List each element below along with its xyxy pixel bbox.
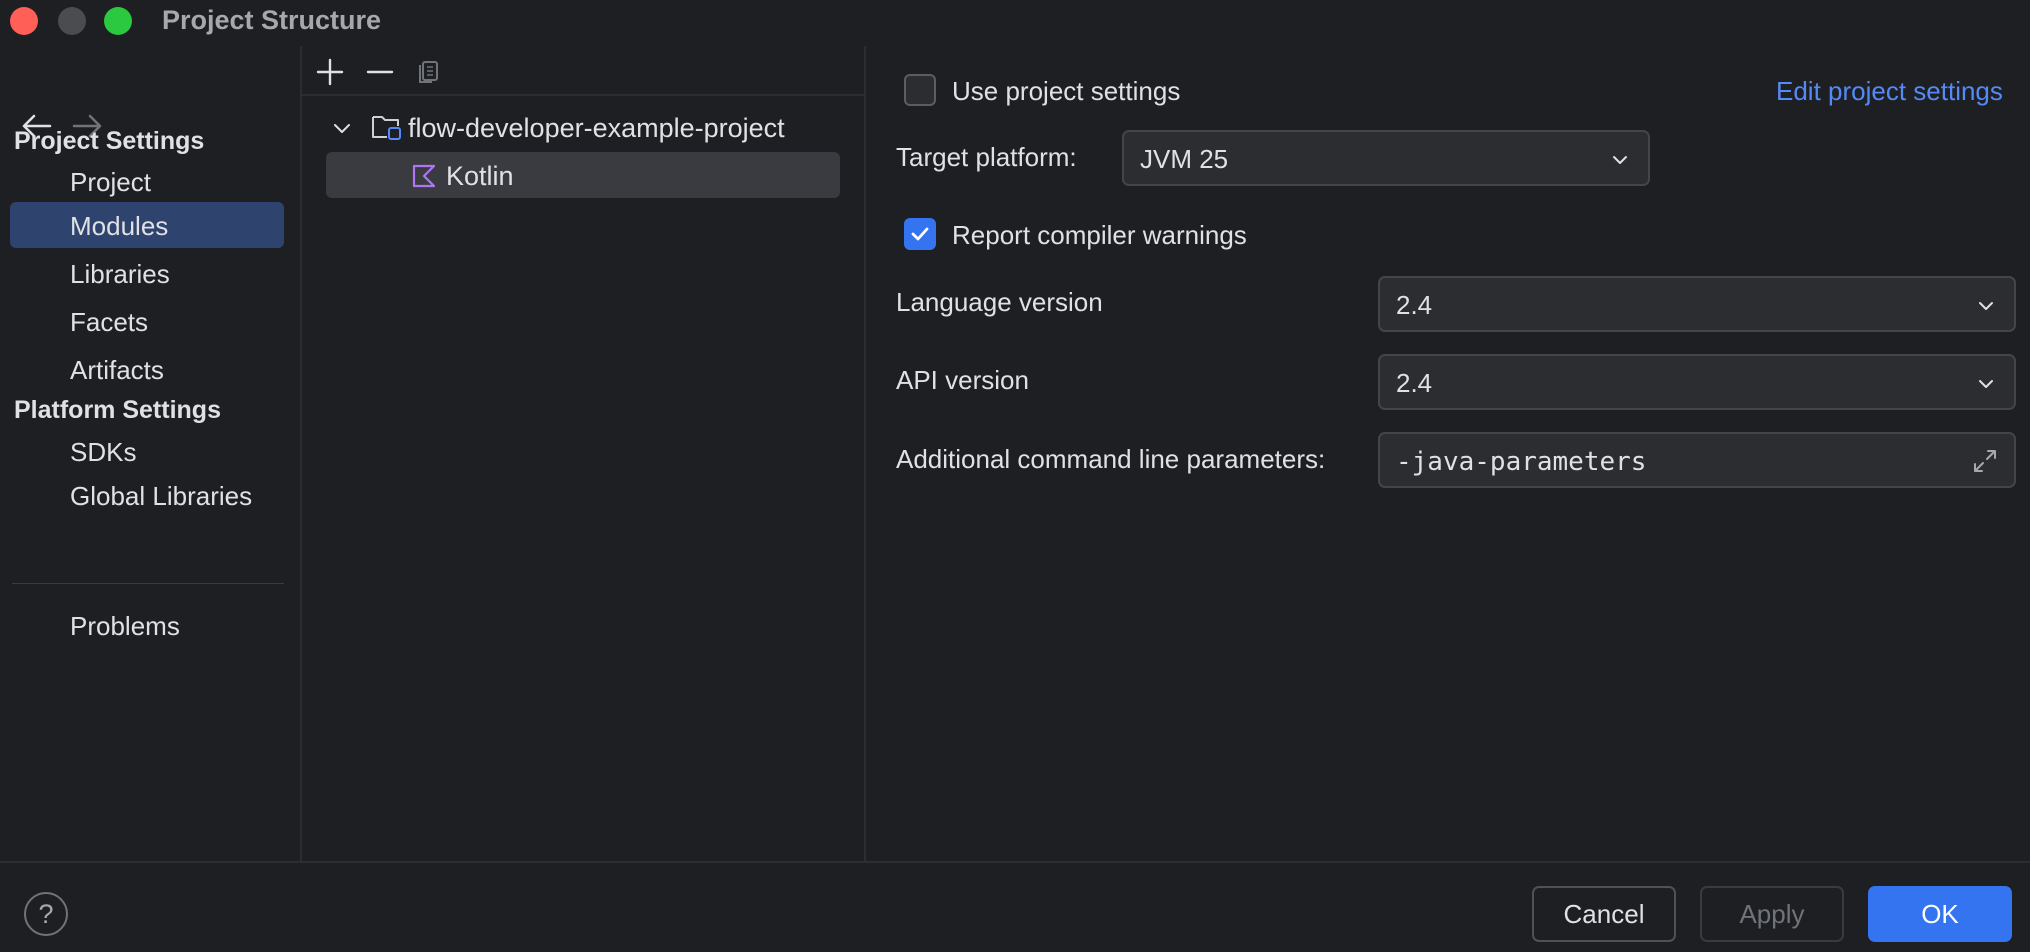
edit-project-settings-link[interactable]: Edit project settings [1776, 76, 2003, 107]
window-title: Project Structure [162, 5, 382, 35]
sidebar-item-sdks[interactable]: SDKs [10, 428, 284, 474]
sidebar-item-label: Artifacts [70, 355, 164, 385]
tree-root-label: flow-developer-example-project [408, 113, 785, 143]
target-platform-label: Target platform: [896, 142, 1077, 172]
sidebar-divider [12, 583, 284, 584]
chevron-down-icon[interactable] [330, 116, 354, 140]
tree-root-row[interactable]: flow-developer-example-project [326, 104, 840, 150]
platform-settings-header: Platform Settings [14, 396, 221, 424]
project-settings-header: Project Settings [14, 127, 205, 155]
module-folder-icon [372, 116, 401, 140]
sidebar-item-label: Modules [70, 211, 169, 241]
cancel-button[interactable]: Cancel [1532, 886, 1676, 942]
chevron-down-icon [1979, 380, 1993, 388]
remove-icon[interactable] [360, 52, 400, 92]
api-version-value: 2.4 [1396, 368, 1433, 398]
use-project-settings-checkbox[interactable] [904, 74, 936, 106]
sidebar-item-label: Libraries [70, 259, 170, 289]
help-icon: ? [38, 899, 54, 929]
use-project-settings-label[interactable]: Use project settings [952, 76, 1180, 107]
module-tree-panel: flow-developer-example-project Kotlin [302, 46, 864, 862]
sidebar-item-libraries[interactable]: Libraries [10, 250, 284, 296]
sidebar-item-facets[interactable]: Facets [10, 298, 284, 344]
tree-item-label: Kotlin [446, 161, 514, 191]
maximize-window-button[interactable] [104, 7, 132, 35]
sidebar: Project Settings Project Modules Librari… [0, 46, 300, 862]
report-compiler-warnings-label[interactable]: Report compiler warnings [952, 220, 1247, 251]
sidebar-item-label: Facets [70, 307, 149, 337]
kotlin-icon [412, 164, 436, 188]
dialog-footer: ? Cancel Apply OK [0, 862, 2030, 952]
sidebar-item-label: Global Libraries [70, 481, 253, 511]
copy-icon[interactable] [410, 52, 450, 92]
chevron-down-icon [1613, 156, 1627, 164]
sidebar-item-label: SDKs [70, 437, 137, 467]
minimize-window-button[interactable] [58, 7, 86, 35]
report-compiler-warnings-checkbox[interactable] [904, 218, 936, 250]
language-version-label: Language version [896, 287, 1103, 317]
additional-params-label: Additional command line parameters: [896, 444, 1326, 474]
target-platform-value: JVM 25 [1140, 144, 1229, 174]
close-window-button[interactable] [10, 7, 38, 35]
help-button[interactable]: ? [24, 892, 68, 936]
kotlin-facet-settings: Use project settings Edit project settin… [866, 46, 2030, 862]
title-bar: Project Structure [0, 0, 2030, 42]
sidebar-item-project[interactable]: Project [10, 158, 284, 204]
sidebar-item-modules[interactable]: Modules [10, 202, 284, 248]
checkmark-icon [911, 227, 929, 241]
sidebar-item-label: Project [70, 167, 151, 197]
language-version-value: 2.4 [1396, 290, 1433, 320]
target-platform-select[interactable]: JVM 25 [1122, 130, 1650, 186]
sidebar-item-problems[interactable]: Problems [10, 602, 284, 648]
add-icon[interactable] [310, 52, 350, 92]
sidebar-item-global-libraries[interactable]: Global Libraries [10, 472, 284, 518]
additional-params-value[interactable]: -java-parameters [1396, 447, 1646, 477]
sidebar-item-label: Problems [70, 611, 180, 641]
sidebar-item-artifacts[interactable]: Artifacts [10, 346, 284, 392]
chevron-down-icon [1979, 302, 1993, 310]
project-structure-window: Project Structure Project Settings Proje… [0, 0, 2030, 952]
additional-params-input[interactable]: -java-parameters [1378, 432, 2016, 488]
language-version-select[interactable]: 2.4 [1378, 276, 2016, 332]
apply-button[interactable]: Apply [1700, 886, 1844, 942]
api-version-select[interactable]: 2.4 [1378, 354, 2016, 410]
expand-icon[interactable] [1970, 446, 2000, 476]
api-version-label: API version [896, 365, 1029, 395]
ok-button[interactable]: OK [1868, 886, 2012, 942]
tree-toolbar-divider [302, 94, 864, 96]
tree-item-kotlin[interactable]: Kotlin [326, 152, 840, 198]
